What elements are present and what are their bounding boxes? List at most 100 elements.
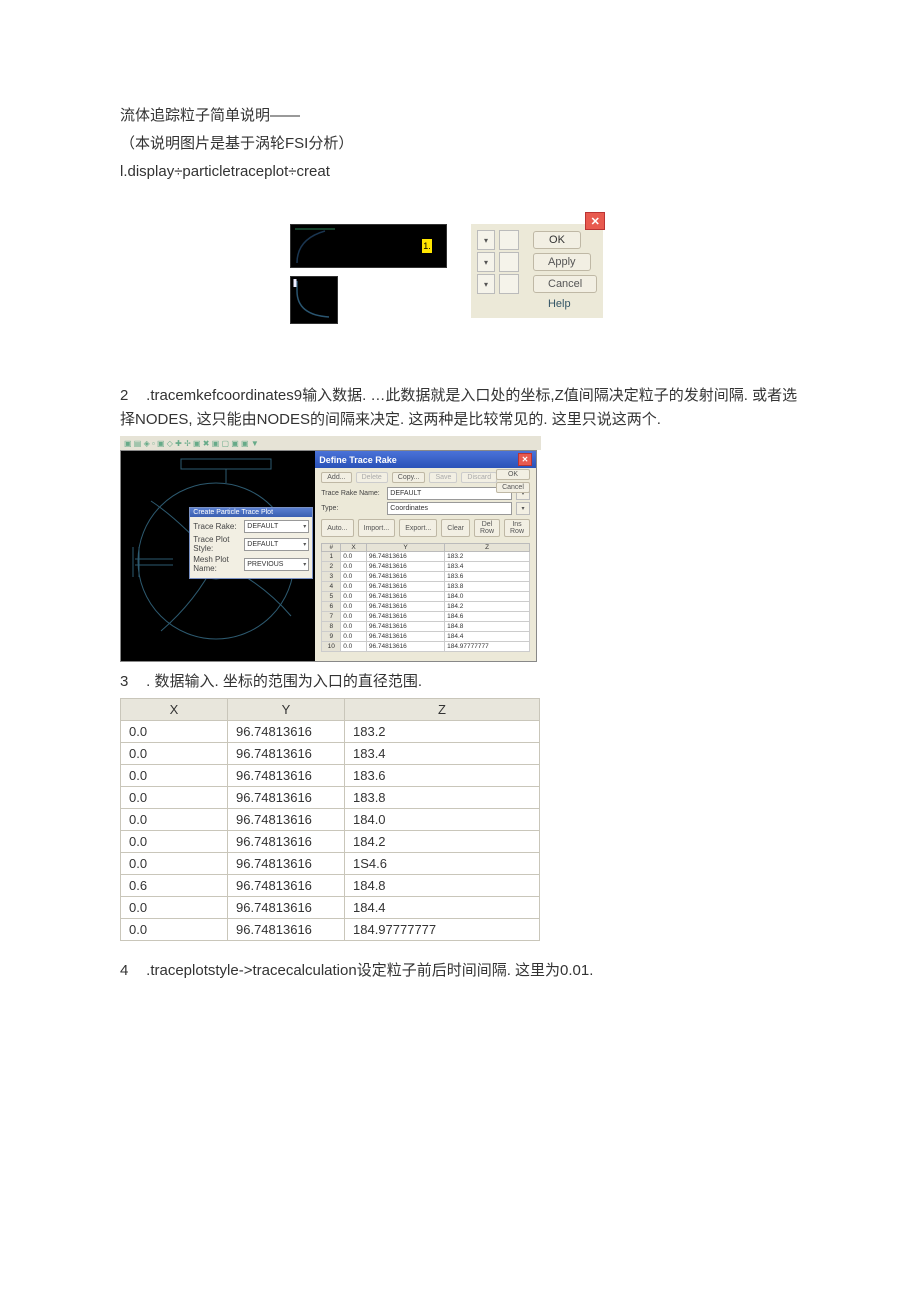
- dropdown-arrow-icon[interactable]: ▾: [477, 274, 495, 294]
- table-row: 0.096.74813616183.6: [121, 765, 540, 787]
- cell-y[interactable]: 96.74813616: [366, 592, 444, 602]
- cell-id: 2: [322, 562, 341, 572]
- section-2-text: 2 .tracemkefcoordinates9输入数据. …此数据就是入口处的…: [120, 384, 800, 432]
- type-select[interactable]: Coordinates: [387, 502, 512, 515]
- intro-line-3: l.display÷particletraceplot÷creat: [120, 160, 800, 184]
- rake-name-label: Trace Rake Name:: [321, 490, 383, 497]
- cell-x[interactable]: 0.0: [341, 632, 367, 642]
- intro-line-2: （本说明图片是基于涡轮FSI分析）: [120, 132, 800, 156]
- create-trace-panel-title: Create Particle Trace Plot: [190, 508, 312, 517]
- cell-x[interactable]: 0.0: [341, 642, 367, 652]
- table-row: 0.096.74813616184.97777777: [121, 919, 540, 941]
- cancel-button[interactable]: Cancel: [533, 275, 597, 293]
- cell-y[interactable]: 96.74813616: [366, 552, 444, 562]
- delrow-button[interactable]: Del Row: [474, 519, 500, 537]
- cell-x[interactable]: 0.0: [341, 612, 367, 622]
- figure-1-button-panel: ✕ ▾ OK ▾ Apply ▾ Cancel Help: [471, 224, 603, 318]
- swatch-icon[interactable]: [499, 252, 519, 272]
- cell-y[interactable]: 96.74813616: [366, 622, 444, 632]
- cell-z: 1S4.6: [345, 853, 540, 875]
- marker-icon: 1.: [422, 239, 432, 253]
- cell-z[interactable]: 183.8: [445, 582, 530, 592]
- cell-x[interactable]: 0.0: [341, 592, 367, 602]
- cell-z: 183.2: [345, 721, 540, 743]
- cell-x[interactable]: 0.0: [341, 572, 367, 582]
- cell-id: 10: [322, 642, 341, 652]
- close-icon[interactable]: ✕: [518, 453, 532, 466]
- cell-id: 8: [322, 622, 341, 632]
- big-th-y: Y: [228, 699, 345, 721]
- big-th-z: Z: [345, 699, 540, 721]
- trace-style-select[interactable]: DEFAULT: [244, 538, 309, 551]
- dlg-cancel-button[interactable]: Cancel: [496, 482, 530, 493]
- export-button[interactable]: Export...: [399, 519, 437, 537]
- clear-button[interactable]: Clear: [441, 519, 470, 537]
- create-trace-panel: Create Particle Trace Plot Trace Rake: D…: [189, 507, 313, 579]
- panel-row-mesh-plot: Mesh Plot Name: PREVIOUS: [193, 555, 309, 573]
- add-button[interactable]: Add...: [321, 472, 351, 483]
- insrow-button[interactable]: Ins Row: [504, 519, 530, 537]
- cell-x[interactable]: 0.0: [341, 552, 367, 562]
- dropdown-arrow-icon[interactable]: ▾: [516, 502, 530, 515]
- cell-z[interactable]: 184.97777777: [445, 642, 530, 652]
- cell-z: 183.8: [345, 787, 540, 809]
- mini-th-id: #: [322, 544, 341, 552]
- table-row: 0.096.74813616183.2: [121, 721, 540, 743]
- cell-x[interactable]: 0.0: [341, 622, 367, 632]
- cell-x: 0.0: [121, 743, 228, 765]
- dropdown-arrow-icon[interactable]: ▾: [477, 252, 495, 272]
- dropdown-arrow-icon[interactable]: ▾: [477, 230, 495, 250]
- rake-name-input[interactable]: DEFAULT: [387, 487, 512, 500]
- intro-line-1: 流体追踪粒子简单说明——: [120, 104, 800, 128]
- cell-x: 0.0: [121, 809, 228, 831]
- help-link[interactable]: Help: [521, 296, 597, 312]
- cell-z[interactable]: 184.0: [445, 592, 530, 602]
- cell-z[interactable]: 184.6: [445, 612, 530, 622]
- copy-button[interactable]: Copy...: [392, 472, 426, 483]
- cell-y: 96.74813616: [228, 787, 345, 809]
- cell-z[interactable]: 184.2: [445, 602, 530, 612]
- section-3-number: 3: [120, 670, 142, 694]
- big-th-x: X: [121, 699, 228, 721]
- swatch-icon[interactable]: [499, 274, 519, 294]
- dlg-ok-button[interactable]: OK: [496, 469, 530, 480]
- cell-y: 96.74813616: [228, 897, 345, 919]
- cell-y[interactable]: 96.74813616: [366, 612, 444, 622]
- cell-y[interactable]: 96.74813616: [366, 642, 444, 652]
- cell-y[interactable]: 96.74813616: [366, 632, 444, 642]
- cell-z: 183.6: [345, 765, 540, 787]
- cell-y[interactable]: 96.74813616: [366, 562, 444, 572]
- figure-2-toolbar: ▣ ▤ ◈ ▫ ▣ ◇ ✚ ✢ ▣ ✖ ▣ ▢ ▣ ▣ ▼: [120, 436, 541, 450]
- cell-z[interactable]: 184.8: [445, 622, 530, 632]
- swatch-icon[interactable]: [499, 230, 519, 250]
- cell-y: 96.74813616: [228, 853, 345, 875]
- close-icon[interactable]: ✕: [585, 212, 605, 230]
- discard-button[interactable]: Discard: [461, 472, 497, 483]
- import-button[interactable]: Import...: [358, 519, 396, 537]
- cell-y: 96.74813616: [228, 875, 345, 897]
- cell-x[interactable]: 0.0: [341, 582, 367, 592]
- cell-x[interactable]: 0.0: [341, 562, 367, 572]
- cell-z: 184.4: [345, 897, 540, 919]
- save-button[interactable]: Save: [429, 472, 457, 483]
- auto-button[interactable]: Auto...: [321, 519, 353, 537]
- cell-z[interactable]: 183.2: [445, 552, 530, 562]
- cell-z[interactable]: 184.4: [445, 632, 530, 642]
- mesh-plot-select[interactable]: PREVIOUS: [244, 558, 309, 571]
- cell-x: 0.0: [121, 765, 228, 787]
- delete-button[interactable]: Delete: [356, 472, 388, 483]
- cell-y[interactable]: 96.74813616: [366, 602, 444, 612]
- cell-y[interactable]: 96.74813616: [366, 582, 444, 592]
- cell-y: 96.74813616: [228, 919, 345, 941]
- cell-x: 0.0: [121, 831, 228, 853]
- cell-id: 1: [322, 552, 341, 562]
- cell-x: 0.6: [121, 875, 228, 897]
- cell-x: 0.0: [121, 721, 228, 743]
- cell-x[interactable]: 0.0: [341, 602, 367, 612]
- cell-z[interactable]: 183.4: [445, 562, 530, 572]
- cell-z[interactable]: 183.6: [445, 572, 530, 582]
- apply-button[interactable]: Apply: [533, 253, 591, 271]
- trace-rake-select[interactable]: DEFAULT: [244, 520, 309, 533]
- ok-button[interactable]: OK: [533, 231, 581, 249]
- cell-y[interactable]: 96.74813616: [366, 572, 444, 582]
